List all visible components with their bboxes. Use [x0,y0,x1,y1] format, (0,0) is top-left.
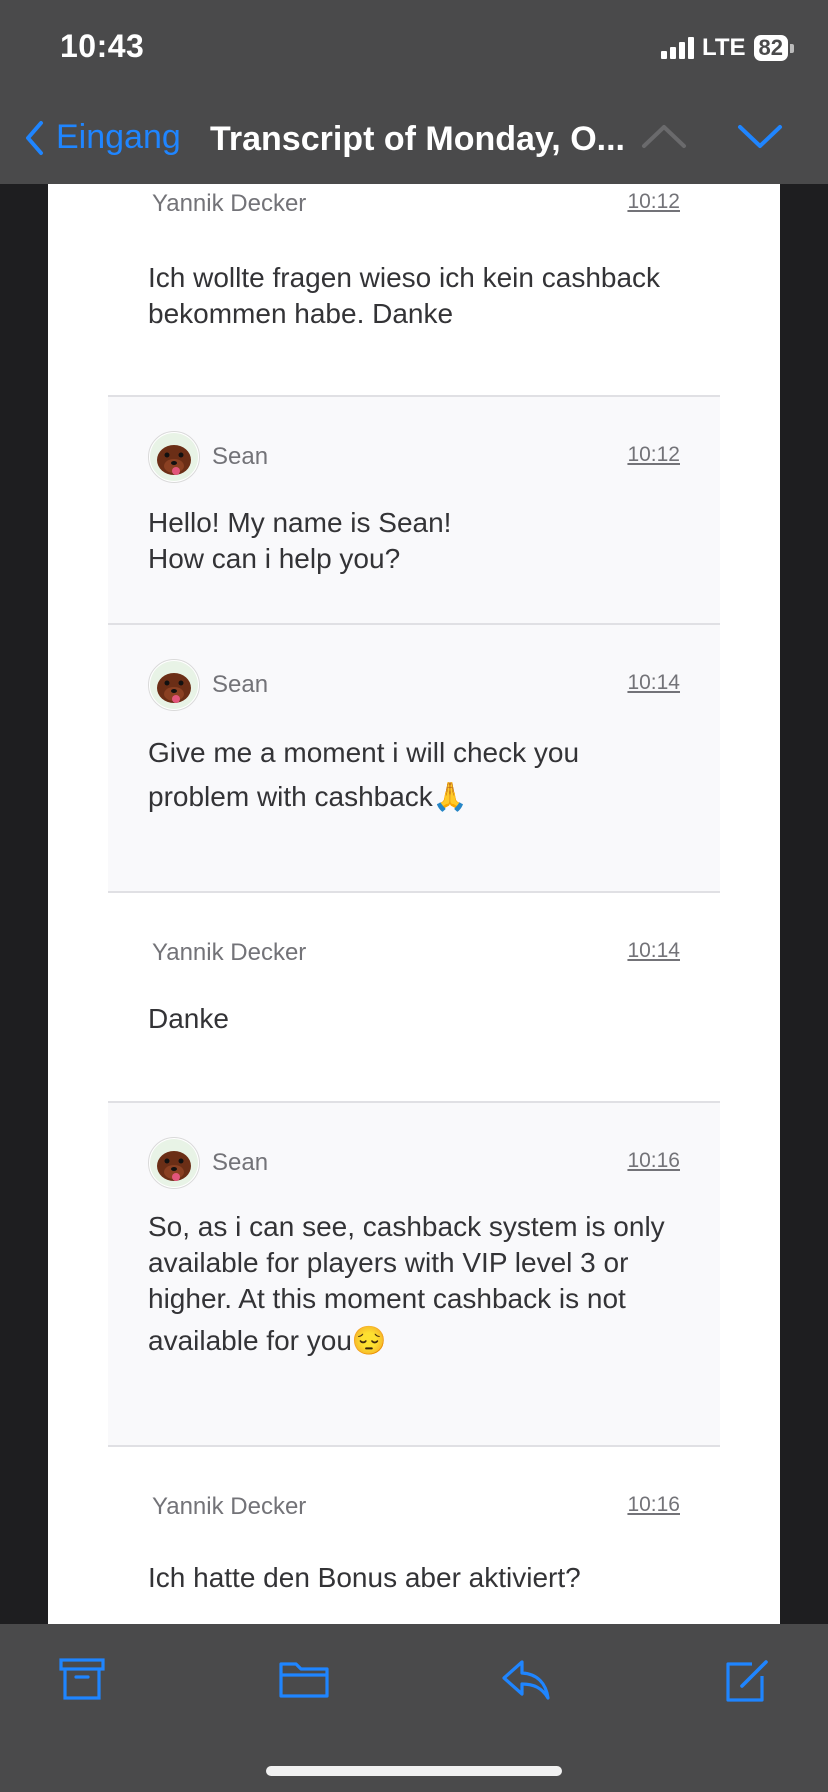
back-button[interactable]: Eingang [24,118,181,157]
chevron-down-icon [738,125,782,148]
dog-avatar-icon [150,433,198,481]
message-time[interactable]: 10:14 [627,939,680,963]
message-text: Ich hatte den Bonus aber aktiviert? [148,1562,581,1593]
signal-icon [660,37,694,59]
message-header: Yannik Decker 10:14 [148,933,680,973]
sender-name: Yannik Decker [152,190,307,217]
compose-icon [726,1660,768,1702]
chat-message: Sean 10:14 Give me a moment i will check… [108,625,720,891]
message-time[interactable]: 10:12 [627,190,680,214]
chat-message: Yannik Decker 10:14 Danke [108,893,720,1101]
chat-message: Sean 10:12 Hello! My name is Sean! How c… [108,397,720,623]
message-header: Sean 10:12 [148,431,680,483]
avatar [148,1137,200,1189]
network-type: LTE [701,34,746,61]
home-indicator[interactable] [266,1766,562,1776]
dog-avatar-icon [150,661,198,709]
avatar [148,431,200,483]
chat-message: Yannik Decker 10:12 Ich wollte fragen wi… [108,184,720,396]
sender-name: Sean [212,1149,269,1176]
message-time[interactable]: 10:12 [627,443,680,467]
email-body[interactable]: Yannik Decker 10:12 Ich wollte fragen wi… [48,184,780,1624]
message-header: Yannik Decker 10:12 [148,184,680,224]
move-to-folder-button[interactable] [278,1656,330,1707]
right-margin [780,184,828,1624]
left-margin [0,184,48,1624]
next-message-button[interactable] [736,122,784,155]
message-time[interactable]: 10:14 [627,671,680,695]
message-header: Yannik Decker 10:16 [148,1487,680,1527]
message-time[interactable]: 10:16 [627,1493,680,1517]
message-header: Sean 10:16 [148,1137,680,1189]
folder-icon [279,1662,329,1698]
dog-avatar-icon [150,1139,198,1187]
sender-name: Sean [212,443,269,470]
status-indicators: LTE 82 [660,34,794,62]
sender-name: Yannik Decker [152,939,307,966]
nav-bar: Eingang Transcript of Monday, O... [0,100,828,184]
status-time: 10:43 [60,28,145,64]
reply-icon [502,1660,550,1700]
previous-message-button[interactable] [640,122,688,155]
message-text: Hello! My name is Sean! How can i help y… [148,507,452,574]
chevron-up-icon [642,125,686,148]
avatar [148,659,200,711]
sender-name: Yannik Decker [152,1493,307,1520]
sender-name: Sean [212,671,269,698]
chat-message: Sean 10:16 So, as i can see, cashback sy… [108,1103,720,1445]
page-title: Transcript of Monday, O... [210,120,625,158]
reply-button[interactable] [500,1656,552,1707]
message-text: Give me a moment i will check you proble… [148,737,580,812]
message-text: So, as i can see, cashback system is onl… [148,1211,665,1356]
chat-message: Yannik Decker 10:16 Ich hatte den Bonus … [108,1447,720,1624]
message-text: Ich wollte fragen wieso ich kein cashbac… [148,262,661,329]
archive-button[interactable] [58,1656,106,1707]
archive-icon [59,1658,105,1700]
compose-button[interactable] [722,1656,772,1709]
back-label: Eingang [56,118,181,156]
status-bar: 10:43 LTE 82 [0,0,828,100]
battery-icon: 82 [753,35,794,61]
message-text: Danke [148,1003,229,1034]
message-time[interactable]: 10:16 [627,1149,680,1173]
chevron-left-icon [26,120,43,155]
battery-level: 82 [753,35,788,61]
message-header: Sean 10:14 [148,659,680,711]
